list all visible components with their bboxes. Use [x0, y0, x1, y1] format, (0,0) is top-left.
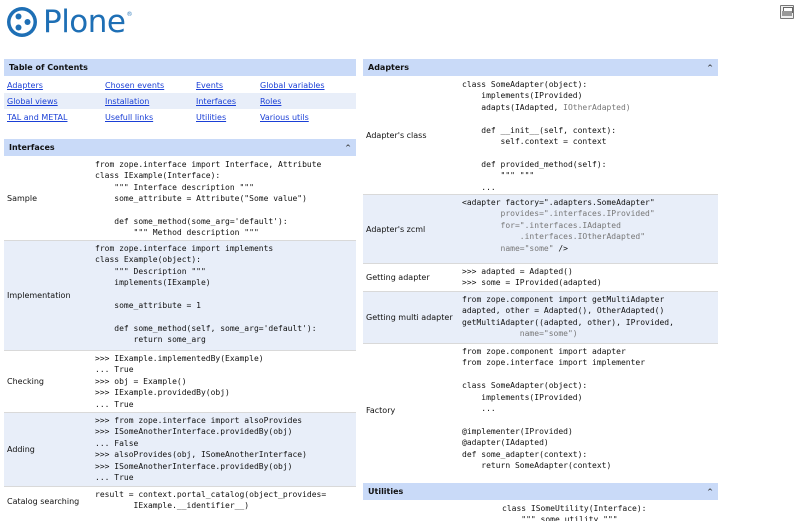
row-label: Catalog searching [7, 496, 80, 506]
code-block: class SomeAdapter(object): implements(IP… [462, 77, 718, 194]
row-label: Getting multi adapter [366, 313, 453, 322]
code-block: >>> from zope.interface import alsoProvi… [95, 416, 307, 483]
code-block: from zope.interface import implements cl… [95, 244, 317, 345]
toc-title: Table of Contents [9, 63, 88, 72]
utilities-header: Utilities ^ [363, 483, 718, 500]
interfaces-rows: Sample from zope.interface import Interf… [4, 157, 356, 515]
code-block: from zope.component import getMultiAdapt… [462, 292, 718, 343]
table-row: Adapter's zcml <adapter factory=".adapte… [363, 195, 718, 264]
toc-link-installation[interactable]: Installation [105, 97, 149, 106]
table-row: Getting adapter >>> adapted = Adapted() … [363, 264, 718, 292]
toc-link-adapters[interactable]: Adapters [7, 81, 43, 90]
registered-mark: ® [126, 10, 133, 18]
interfaces-title: Interfaces [9, 143, 55, 152]
row-label: Getting adapter [366, 273, 430, 282]
toc-link-global-views[interactable]: Global views [7, 97, 58, 106]
collapse-caret-icon[interactable]: ^ [707, 64, 713, 72]
adapters-header: Adapters ^ [363, 59, 718, 76]
code-block: >>> IExample.implementedBy(Example) ... … [95, 354, 264, 409]
utilities-title: Utilities [368, 487, 404, 496]
table-row: Adding >>> from zope.interface import al… [4, 413, 356, 487]
row-label: Checking [7, 377, 44, 386]
toc-link-global-variables[interactable]: Global variables [260, 81, 325, 90]
table-row: Getting multi adapter from zope.componen… [363, 292, 718, 344]
row-label: Adapter's zcml [366, 224, 426, 234]
table-row: Adapter's class class SomeAdapter(object… [363, 77, 718, 195]
row-label: Sample [7, 194, 37, 203]
table-row: Sample from zope.interface import Interf… [4, 157, 356, 241]
toc-link-events[interactable]: Events [196, 81, 223, 90]
interfaces-header: Interfaces ^ [4, 139, 356, 156]
zcml-end: /> [558, 243, 568, 253]
table-row: Checking >>> IExample.implementedBy(Exam… [4, 351, 356, 413]
toc-link-usefull-links[interactable]: Usefull links [105, 113, 153, 122]
toc-link-utilities[interactable]: Utilities [196, 113, 226, 122]
row-label: Adding [7, 445, 35, 454]
plone-logo-icon [7, 7, 37, 37]
row-label: Adapter's class [366, 131, 427, 140]
code-gray: name="some") [519, 329, 578, 339]
collapse-caret-icon[interactable]: ^ [707, 488, 713, 496]
collapse-caret-icon[interactable]: ^ [345, 144, 351, 152]
adapters-title: Adapters [368, 63, 409, 72]
plone-logo[interactable]: Plone ® [6, 4, 133, 40]
row-label: Factory [366, 406, 396, 415]
code-block: class ISomeUtility(Interface): """ some … [502, 504, 647, 521]
toc-link-roles[interactable]: Roles [260, 97, 281, 106]
code-line: def __init__(self, context): self.contex… [481, 125, 617, 192]
left-column: Table of Contents Adapters Chosen events… [4, 59, 356, 515]
row-label [363, 501, 502, 521]
toc-header: Table of Contents [4, 59, 356, 76]
toc-link-various-utils[interactable]: Various utils [260, 113, 309, 122]
toc-link-interfaces[interactable]: Interfaces [196, 97, 236, 106]
table-row: class ISomeUtility(Interface): """ some … [363, 501, 718, 521]
table-row: Implementation from zope.interface impor… [4, 241, 356, 351]
brand-name: Plone [43, 4, 126, 40]
table-row: Catalog searching result = context.porta… [4, 487, 356, 515]
code-gray: IOtherAdapted) [563, 102, 631, 112]
adapters-rows: Adapter's class class SomeAdapter(object… [363, 77, 718, 477]
table-row: Factory from zope.component import adapt… [363, 344, 718, 477]
code-block: >>> adapted = Adapted() >>> some = IProv… [462, 267, 602, 288]
zcml-tag: <adapter factory=".adapters.SomeAdapter" [462, 198, 655, 207]
code-block: from zope.interface import Interface, At… [95, 160, 322, 238]
print-icon[interactable] [780, 5, 794, 19]
right-column: Adapters ^ Adapter's class class SomeAda… [363, 59, 718, 521]
toc-table: Adapters Chosen events Events Global var… [4, 77, 356, 125]
toc-link-tal-metal[interactable]: TAL and METAL [7, 113, 67, 122]
utilities-rows: class ISomeUtility(Interface): """ some … [363, 501, 718, 521]
row-label: Implementation [7, 291, 71, 300]
toc-link-chosen-events[interactable]: Chosen events [105, 81, 164, 90]
zcml-block: <adapter factory=".adapters.SomeAdapter"… [462, 195, 718, 263]
code-block: from zope.component import adapter from … [462, 347, 646, 471]
code-block: result = context.portal_catalog(object_p… [95, 490, 327, 511]
